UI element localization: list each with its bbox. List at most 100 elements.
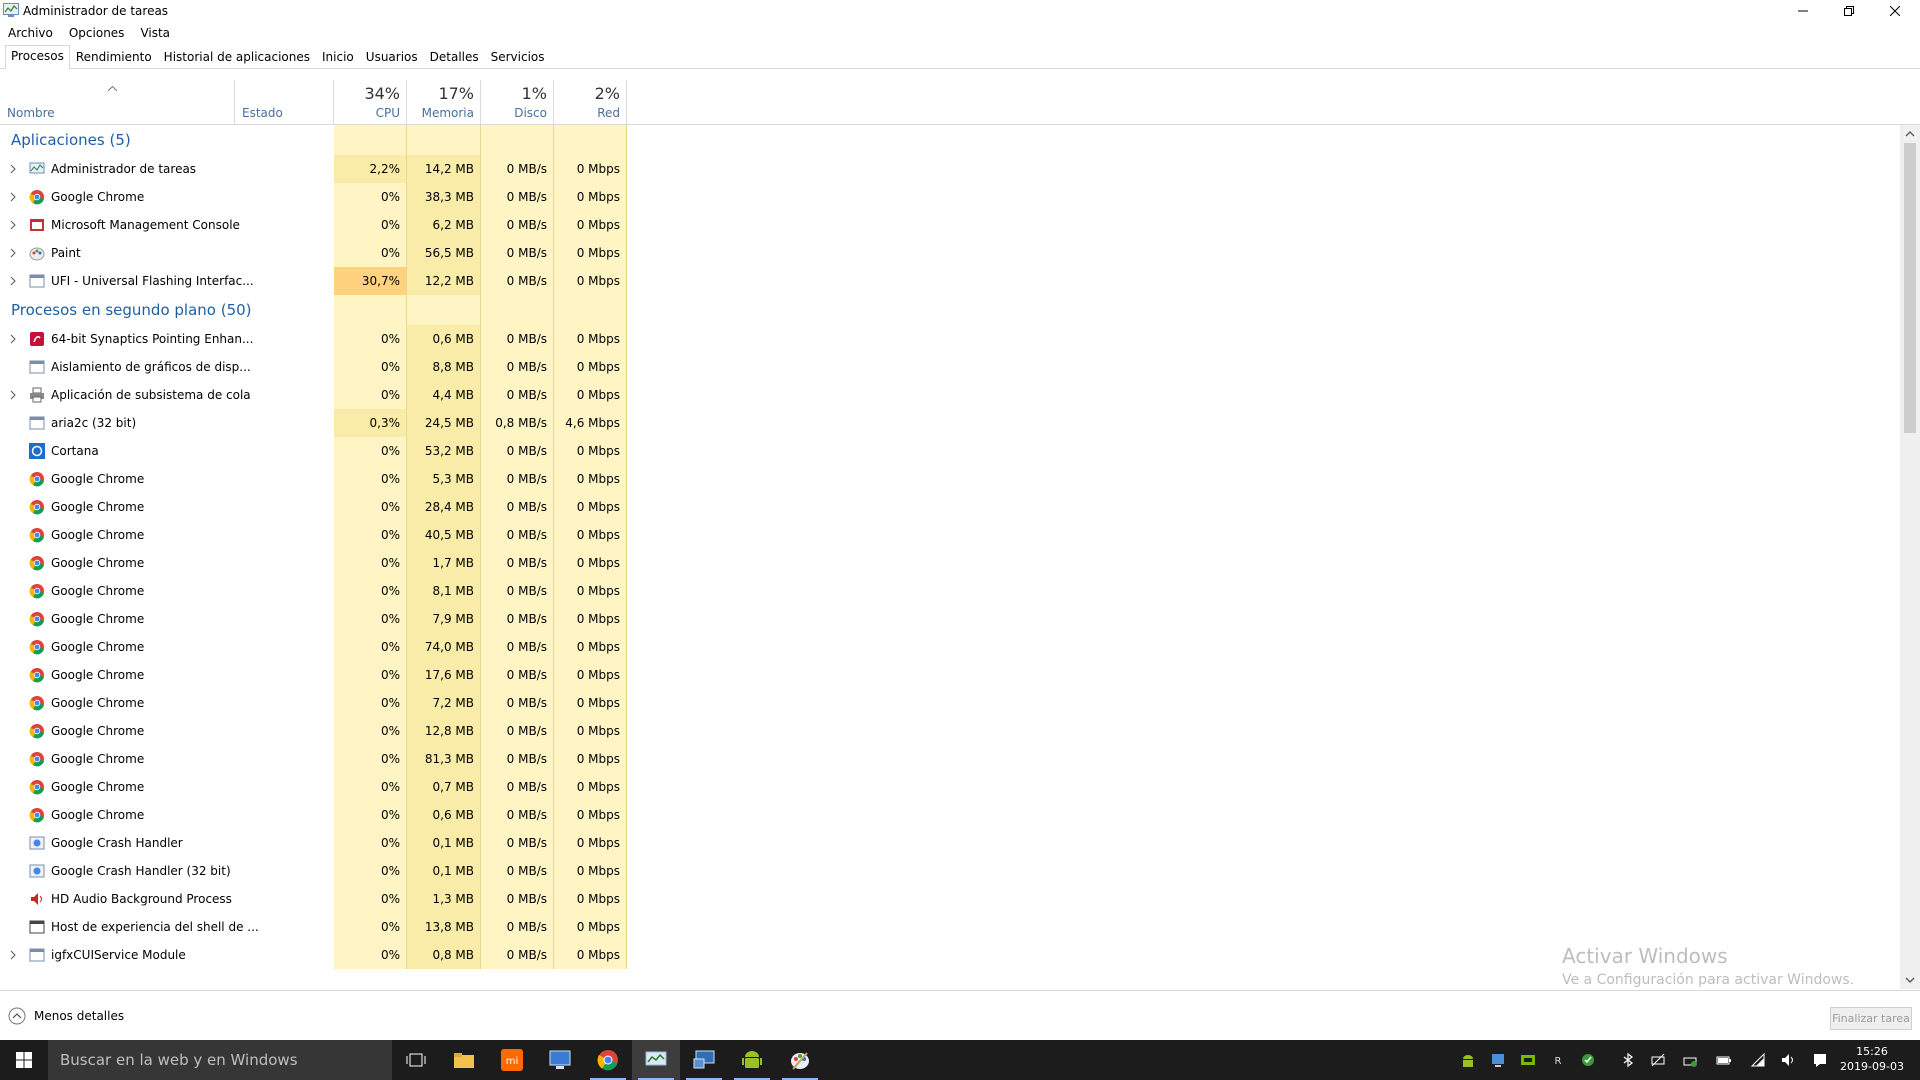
expand-chevron-icon[interactable] (9, 390, 17, 400)
process-row[interactable]: Google Chrome 0% 7,9 MB 0 MB/s 0 Mbps (0, 605, 1900, 633)
task-manager-taskbar-button[interactable] (632, 1040, 680, 1080)
memory-value: 0,7 MB (407, 773, 481, 801)
expand-chevron-icon[interactable] (9, 276, 17, 286)
menu-archivo[interactable]: Archivo (0, 22, 61, 42)
expand-chevron-icon[interactable] (9, 334, 17, 344)
process-row[interactable]: Cortana 0% 53,2 MB 0 MB/s 0 Mbps (0, 437, 1900, 465)
bluetooth-icon[interactable] (1620, 1052, 1636, 1068)
process-row[interactable]: Google Chrome 0% 28,4 MB 0 MB/s 0 Mbps (0, 493, 1900, 521)
sound-manager-tray-icon[interactable]: R (1550, 1052, 1566, 1068)
cpu-value: 0% (334, 773, 407, 801)
expand-chevron-icon[interactable] (9, 220, 17, 230)
group-disk-cell (481, 295, 554, 325)
network-value: 0 Mbps (554, 829, 627, 857)
tab-procesos[interactable]: Procesos (5, 45, 70, 69)
process-row[interactable]: Google Chrome 0% 7,2 MB 0 MB/s 0 Mbps (0, 689, 1900, 717)
process-row[interactable]: UFI - Universal Flashing Interfac... 30,7… (0, 267, 1900, 295)
menu-opciones[interactable]: Opciones (61, 22, 133, 42)
column-name[interactable]: Nombre (0, 80, 235, 124)
process-row[interactable]: HD Audio Background Process 0% 1,3 MB 0 MB/… (0, 885, 1900, 913)
process-row[interactable]: Google Crash Handler 0% 0,1 MB 0 MB/s 0 Mbps (0, 829, 1900, 857)
tab-detalles[interactable]: Detalles (424, 46, 485, 68)
expand-chevron-icon[interactable] (9, 950, 17, 960)
network-app-button[interactable] (680, 1040, 728, 1080)
process-row[interactable]: Aplicación de subsistema de cola 0% 4,4 MB… (0, 381, 1900, 409)
memory-value: 6,2 MB (407, 211, 481, 239)
restore-button[interactable] (1826, 0, 1872, 22)
process-row[interactable]: Google Crash Handler (32 bit) 0% 0,1 MB 0 M… (0, 857, 1900, 885)
search-placeholder[interactable]: Buscar en la web y en Windows (60, 1051, 298, 1069)
crash-icon (29, 835, 45, 851)
scrollbar-thumb[interactable] (1904, 143, 1916, 433)
scroll-up-icon[interactable] (1905, 129, 1915, 139)
window-icon (29, 415, 45, 431)
nvidia-tray-icon[interactable] (1520, 1052, 1536, 1068)
tab-historial[interactable]: Historial de aplicaciones (158, 46, 316, 68)
chrome-taskbar-button[interactable] (584, 1040, 632, 1080)
process-name: Google Chrome (51, 640, 145, 654)
process-row[interactable]: Google Chrome 0% 17,6 MB 0 MB/s 0 Mbps (0, 661, 1900, 689)
expand-chevron-icon[interactable] (9, 164, 17, 174)
file-explorer-button[interactable] (440, 1040, 488, 1080)
start-button[interactable] (0, 1040, 48, 1080)
process-row[interactable]: Host de experiencia del shell de ... 0% 13… (0, 913, 1900, 941)
usb-tray-icon[interactable] (1650, 1052, 1666, 1068)
vertical-scrollbar[interactable] (1900, 125, 1920, 989)
less-details-button[interactable]: Menos detalles (8, 1007, 124, 1025)
safely-remove-icon[interactable] (1682, 1052, 1698, 1068)
wifi-icon[interactable] (1750, 1052, 1766, 1068)
battery-icon[interactable] (1716, 1052, 1732, 1068)
cpu-value: 0% (334, 577, 407, 605)
expand-chevron-icon[interactable] (9, 248, 17, 258)
tab-servicios[interactable]: Servicios (485, 46, 551, 68)
android-app-button[interactable] (728, 1040, 776, 1080)
process-row[interactable]: aria2c (32 bit) 0,3% 24,5 MB 0,8 MB/s 4,6 Mb… (0, 409, 1900, 437)
memory-value: 74,0 MB (407, 633, 481, 661)
watermark-title: Activar Windows (1562, 944, 1728, 968)
process-row[interactable]: Microsoft Management Console 0% 6,2 MB 0 MB… (0, 211, 1900, 239)
tab-inicio[interactable]: Inicio (316, 46, 360, 68)
column-status[interactable]: Estado (235, 80, 334, 124)
android-tray-icon[interactable] (1460, 1052, 1476, 1068)
process-row[interactable]: Aislamiento de gráficos de disp... 0% 8,8 … (0, 353, 1900, 381)
scroll-down-icon[interactable] (1905, 975, 1915, 985)
monitor-app-button[interactable] (536, 1040, 584, 1080)
process-row[interactable]: Administrador de tareas 2,2% 14,2 MB 0 MB/s… (0, 155, 1900, 183)
cpu-value: 0% (334, 437, 407, 465)
process-row[interactable]: 64-bit Synaptics Pointing Enhan... 0% 0,6 … (0, 325, 1900, 353)
process-row[interactable]: Google Chrome 0% 74,0 MB 0 MB/s 0 Mbps (0, 633, 1900, 661)
process-row[interactable]: Google Chrome 0% 8,1 MB 0 MB/s 0 Mbps (0, 577, 1900, 605)
mi-app-button[interactable]: mi (488, 1040, 536, 1080)
process-row[interactable]: Google Chrome 0% 40,5 MB 0 MB/s 0 Mbps (0, 521, 1900, 549)
process-row[interactable]: Google Chrome 0% 5,3 MB 0 MB/s 0 Mbps (0, 465, 1900, 493)
action-center-icon[interactable] (1812, 1052, 1828, 1068)
tab-rendimiento[interactable]: Rendimiento (70, 46, 158, 68)
column-network[interactable]: 2% Red (554, 80, 627, 124)
process-row[interactable]: Paint 0% 56,5 MB 0 MB/s 0 Mbps (0, 239, 1900, 267)
process-row[interactable]: Google Chrome 0% 38,3 MB 0 MB/s 0 Mbps (0, 183, 1900, 211)
display-tray-icon[interactable] (1490, 1052, 1506, 1068)
disk-value: 0 MB/s (481, 773, 554, 801)
column-cpu[interactable]: 34% CPU (334, 80, 407, 124)
column-memory[interactable]: 17% Memoria (407, 80, 481, 124)
minimize-button[interactable] (1780, 0, 1826, 22)
window-icon (29, 947, 45, 963)
volume-icon[interactable] (1780, 1052, 1796, 1068)
menu-vista[interactable]: Vista (132, 22, 178, 42)
tab-usuarios[interactable]: Usuarios (360, 46, 424, 68)
shield-tray-icon[interactable] (1580, 1052, 1596, 1068)
close-button[interactable] (1872, 0, 1918, 22)
clock[interactable]: 15:26 2019-09-03 (1836, 1044, 1908, 1074)
cpu-value: 0% (334, 183, 407, 211)
process-row[interactable]: Google Chrome 0% 81,3 MB 0 MB/s 0 Mbps (0, 745, 1900, 773)
process-row[interactable]: Google Chrome 0% 0,6 MB 0 MB/s 0 Mbps (0, 801, 1900, 829)
task-view-button[interactable] (392, 1040, 440, 1080)
expand-chevron-icon[interactable] (9, 192, 17, 202)
paint-taskbar-button[interactable] (776, 1040, 824, 1080)
process-name: Google Chrome (51, 780, 145, 794)
process-row[interactable]: Google Chrome 0% 1,7 MB 0 MB/s 0 Mbps (0, 549, 1900, 577)
column-disk[interactable]: 1% Disco (481, 80, 554, 124)
process-row[interactable]: Google Chrome 0% 12,8 MB 0 MB/s 0 Mbps (0, 717, 1900, 745)
process-row[interactable]: Google Chrome 0% 0,7 MB 0 MB/s 0 Mbps (0, 773, 1900, 801)
end-task-button[interactable]: Finalizar tarea (1830, 1007, 1912, 1030)
